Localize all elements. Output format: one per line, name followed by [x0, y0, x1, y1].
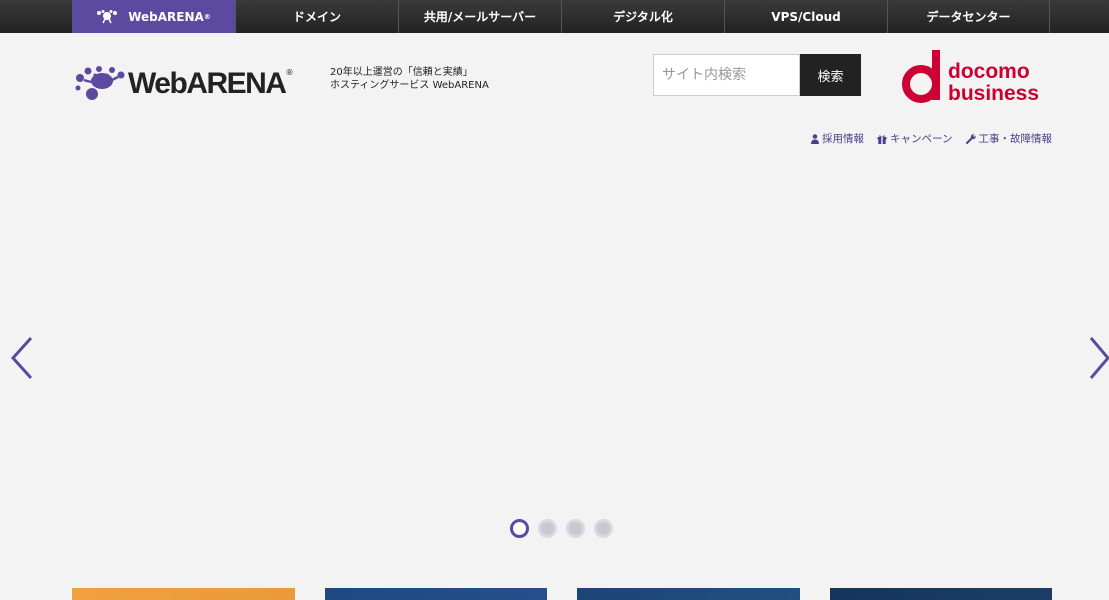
carousel-prev-button[interactable]: [10, 336, 34, 384]
feature-card-2[interactable]: [325, 588, 547, 600]
link-careers-label: 採用情報: [822, 133, 865, 145]
chevron-right-icon: [1089, 337, 1109, 379]
search-button[interactable]: 検索: [800, 54, 861, 96]
carousel-dot-3[interactable]: [566, 519, 585, 538]
carousel-dot-2[interactable]: [538, 519, 557, 538]
link-campaign[interactable]: キャンペーン: [877, 131, 953, 146]
feature-card-4[interactable]: [830, 588, 1052, 600]
link-maintenance-info[interactable]: 工事・故障情報: [965, 131, 1053, 146]
search-input[interactable]: [653, 54, 800, 96]
tab-domain[interactable]: ドメイン: [235, 0, 398, 33]
feature-card-1[interactable]: [72, 588, 295, 600]
tab-digitalization[interactable]: デジタル化: [561, 0, 724, 33]
top-navigation: WebARENA ® ドメイン 共用/メールサーバー デジタル化 VPS/Clou…: [0, 0, 1109, 33]
docomo-logo-line-1: docomo: [948, 60, 1030, 83]
tab-webarena-label: WebARENA: [128, 9, 204, 24]
user-icon: [811, 133, 820, 144]
chevron-left-icon: [10, 336, 33, 380]
tagline: 20年以上運営の「信頼と実績」 ホスティングサービス WebARENA: [330, 66, 489, 92]
tab-data-center-label: データセンター: [926, 10, 1011, 24]
tab-webarena[interactable]: WebARENA ®: [72, 0, 235, 33]
utility-links: 採用情報 キャンペーン 工事・故障情報: [811, 131, 1052, 146]
feature-cards: [72, 588, 1052, 600]
webarena-logo-icon: [75, 66, 125, 100]
tagline-line-1: 20年以上運営の「信頼と実績」: [330, 67, 473, 78]
gift-icon: [877, 134, 887, 144]
link-campaign-label: キャンペーン: [890, 133, 953, 145]
tagline-line-2: ホスティングサービス WebARENA: [330, 80, 489, 91]
link-careers[interactable]: 採用情報: [811, 131, 864, 146]
docomo-business-logo-icon: docomo business: [902, 50, 1039, 105]
top-nav-tabs: WebARENA ® ドメイン 共用/メールサーバー デジタル化 VPS/Clou…: [72, 0, 1050, 33]
feature-card-3[interactable]: [577, 588, 800, 600]
webarena-mini-logo-icon: [97, 9, 118, 23]
tab-shared-mail-server-label: 共用/メールサーバー: [423, 10, 537, 24]
docomo-business-logo[interactable]: docomo business: [900, 48, 1048, 110]
tab-shared-mail-server[interactable]: 共用/メールサーバー: [398, 0, 561, 33]
tab-vps-cloud-label: VPS/Cloud: [771, 9, 841, 24]
tab-digitalization-label: デジタル化: [613, 10, 673, 24]
tab-vps-cloud[interactable]: VPS/Cloud: [724, 0, 887, 33]
carousel-dot-4[interactable]: [594, 519, 613, 538]
link-maintenance-info-label: 工事・故障情報: [978, 133, 1053, 145]
site-search: 検索: [653, 54, 861, 96]
docomo-logo-line-2: business: [948, 82, 1039, 105]
carousel-next-button[interactable]: [1088, 336, 1109, 384]
carousel-pagination: [510, 519, 613, 538]
tab-data-center[interactable]: データセンター: [887, 0, 1050, 33]
logo-wordmark: WebARENA: [128, 67, 287, 100]
carousel-dot-1[interactable]: [510, 519, 529, 538]
logo-registered-mark: ®: [285, 68, 294, 77]
tab-domain-label: ドメイン: [292, 10, 341, 24]
wrench-icon: [965, 133, 976, 144]
tab-webarena-reg: ®: [203, 12, 211, 21]
webarena-logo[interactable]: WebARENA ®: [74, 66, 293, 102]
